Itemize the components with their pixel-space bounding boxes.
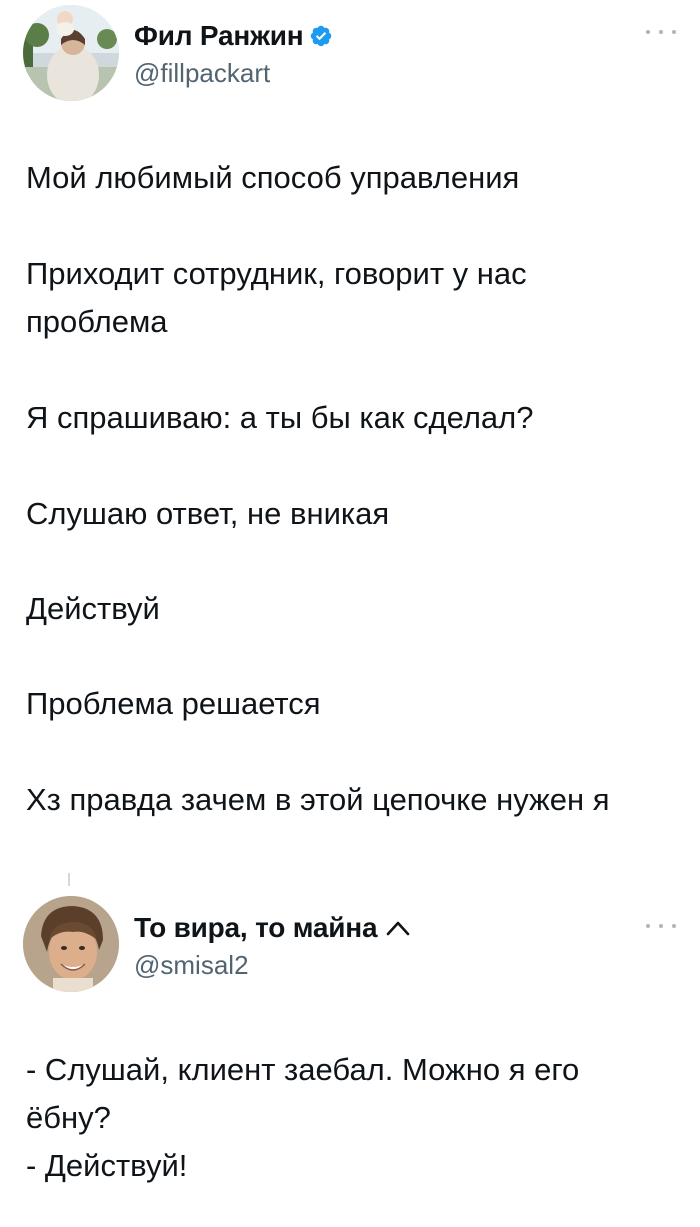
tweet-paragraph: Я спрашиваю: а ты бы как сделал? [26,400,534,435]
tweet-paragraph: Мой любимый способ управления [26,160,520,195]
tweet-paragraph: Слушаю ответ, не вникая [26,496,390,531]
avatar[interactable] [23,896,119,992]
author-name-row: Фил Ранжин [134,18,333,54]
avatar[interactable] [23,5,119,101]
verified-badge-icon [309,24,333,48]
author-block: То вира, то майна @smisal2 [134,910,411,981]
author-display-name[interactable]: То вира, то майна [134,912,378,944]
tweet-line: - Слушай, клиент заебал. Можно я его ёбн… [26,1052,580,1135]
more-dot [659,30,663,34]
more-options-button[interactable] [646,916,676,936]
author-name-row: То вира, то майна [134,910,411,946]
more-dot [672,30,676,34]
author-handle[interactable]: @smisal2 [134,950,411,981]
tweet-header: То вира, то майна @smisal2 [0,880,700,992]
more-dot [672,924,676,928]
more-horizontal-icon [646,30,650,34]
more-dot [659,924,663,928]
tweet-paragraph: Приходит сотрудник, говорит у нас пробле… [26,256,527,339]
author-block: Фил Ранжин @fillpackart [134,18,333,89]
caret-up-icon [385,915,411,941]
tweet-paragraph: Проблема решается [26,686,321,721]
tweet-paragraph: Действуй [26,591,160,626]
more-horizontal-icon [646,924,650,928]
author-handle[interactable]: @fillpackart [134,58,333,89]
tweet-header: Фил Ранжин @fillpackart [0,0,700,110]
author-display-name[interactable]: Фил Ранжин [134,20,304,52]
tweet-line: - Действуй! [26,1148,188,1183]
tweet-reply: То вира, то майна @smisal2 - Слушай, кли… [0,880,700,1183]
tweet-paragraph: Хз правда зачем в этой цепочке нужен я [26,782,610,817]
more-options-button[interactable] [646,22,676,42]
tweet-original: Фил Ранжин @fillpackart Мой любимый спос… [0,0,700,817]
tweet-body: - Слушай, клиент заебал. Можно я его ёбн… [26,1046,666,1190]
